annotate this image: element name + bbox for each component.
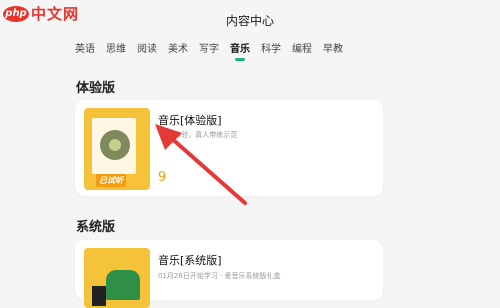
course-title: 音乐[系统版]: [158, 254, 222, 267]
cover-character-icon: [106, 270, 140, 300]
tab-writing[interactable]: 写字: [199, 40, 219, 61]
section-title-system: 系统版: [76, 220, 116, 235]
tab-reading[interactable]: 阅读: [137, 40, 157, 61]
tab-art[interactable]: 美术: [168, 40, 188, 61]
course-card-system[interactable]: 音乐[系统版] 01月26日开始学习 · 爱音乐系统版礼盒: [75, 240, 383, 308]
tab-thinking[interactable]: 思维: [106, 40, 126, 61]
page-title: 内容中心: [225, 14, 274, 28]
course-title: 音乐[体验版]: [158, 114, 222, 127]
music-disc-icon: [100, 130, 130, 160]
tab-early-education[interactable]: 早教: [323, 40, 343, 61]
category-tabs: 英语 思维 阅读 美术 写字 音乐 科学 编程 早教: [75, 40, 343, 61]
tab-music[interactable]: 音乐: [230, 40, 250, 61]
tab-coding[interactable]: 编程: [292, 40, 312, 61]
course-card-trial[interactable]: 已试听 音乐[体验版] ·优先体验，真人带练示范 9: [75, 100, 383, 196]
course-cover-system: [84, 248, 150, 308]
tab-science[interactable]: 科学: [261, 40, 281, 61]
course-cover-trial: 已试听: [84, 108, 150, 190]
cover-bar: [92, 286, 106, 306]
cover-tag: 已试听: [96, 174, 126, 187]
course-subtitle: ·优先体验，真人带练示范: [158, 131, 238, 139]
course-count: 9: [158, 170, 167, 185]
course-subtitle: 01月26日开始学习 · 爱音乐系统版礼盒: [158, 272, 281, 280]
section-title-trial: 体验版: [76, 81, 116, 96]
tab-english[interactable]: 英语: [75, 40, 95, 61]
